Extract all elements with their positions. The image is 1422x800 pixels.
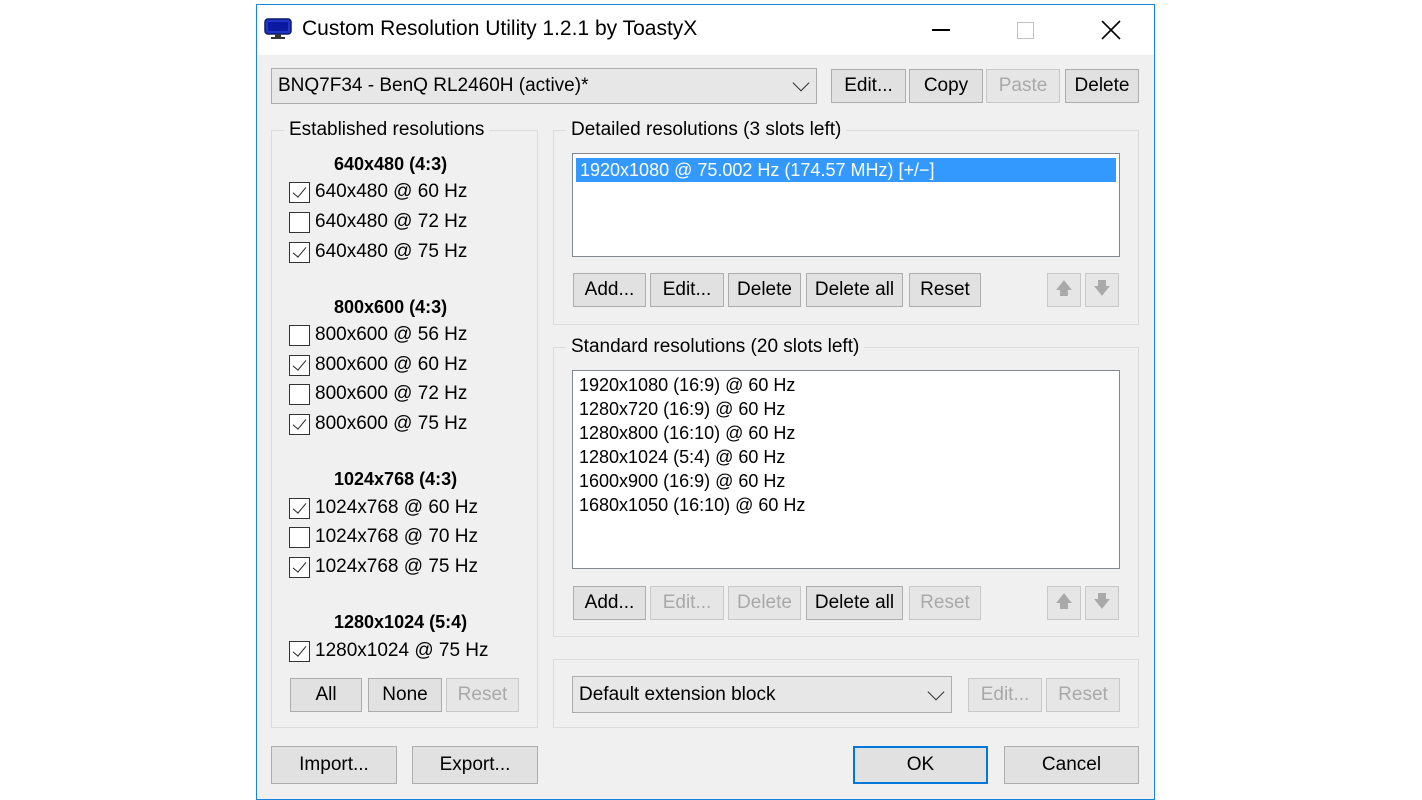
maximize-button[interactable] [983,5,1068,55]
list-item[interactable]: 1920x1080 (16:9) @ 60 Hz [579,375,795,396]
checkbox-box[interactable] [289,241,310,263]
checkbox-label: 1280x1024 @ 75 Hz [315,640,489,661]
standard-move-down-button[interactable]: 🡇 [1085,586,1119,620]
close-icon [1100,20,1121,40]
checkbox-800x600-72[interactable]: 800x600 @ 72 Hz [289,383,467,405]
checkbox-label: 1024x768 @ 75 Hz [315,556,478,577]
edit-monitor-button[interactable]: Edit... [831,69,906,103]
group-heading: 800x600 (4:3) [334,297,448,317]
list-item[interactable]: 1280x720 (16:9) @ 60 Hz [579,399,785,420]
all-button[interactable]: All [290,678,362,712]
detailed-move-down-button[interactable]: 🡇 [1085,273,1119,307]
checkbox-box[interactable] [289,181,310,203]
maximize-icon [1017,21,1034,39]
checkbox-800x600-75[interactable]: 800x600 @ 75 Hz [289,413,467,435]
none-button[interactable]: None [368,678,442,712]
checkbox-640x480-60[interactable]: 640x480 @ 60 Hz [289,181,467,203]
checkbox-1280x1024-75[interactable]: 1280x1024 @ 75 Hz [289,640,489,662]
reset-established-button[interactable]: Reset [446,678,519,712]
window-title: Custom Resolution Utility 1.2.1 by Toast… [302,17,698,40]
extension-block-select[interactable]: Default extension block [572,676,952,713]
checkbox-box[interactable] [289,413,310,435]
checkbox-800x600-56[interactable]: 800x600 @ 56 Hz [289,324,467,346]
chevron-down-icon [927,683,945,700]
standard-resolutions-list[interactable]: 1920x1080 (16:9) @ 60 Hz 1280x720 (16:9)… [572,370,1120,569]
detailed-resolutions-list[interactable]: 1920x1080 @ 75.002 Hz (174.57 MHz) [+/−] [572,153,1120,257]
group-heading: 1280x1024 (5:4) [334,612,468,632]
minimize-button[interactable] [898,5,983,55]
checkbox-box[interactable] [289,556,310,578]
list-item[interactable]: 1920x1080 @ 75.002 Hz (174.57 MHz) [+/−] [576,158,1116,182]
detailed-delete-all-button[interactable]: Delete all [806,273,903,307]
detailed-add-button[interactable]: Add... [573,273,646,307]
established-resolutions-label: Established resolutions [284,119,490,141]
standard-move-up-button[interactable]: 🡅 [1047,586,1081,620]
checkbox-1024x768-75[interactable]: 1024x768 @ 75 Hz [289,556,478,578]
checkbox-box[interactable] [289,526,310,548]
title-bar[interactable]: Custom Resolution Utility 1.2.1 by Toast… [257,5,1154,55]
checkbox-box[interactable] [289,354,310,376]
delete-monitor-button[interactable]: Delete [1065,69,1139,103]
checkbox-640x480-75[interactable]: 640x480 @ 75 Hz [289,241,467,263]
monitor-select-value: BNQ7F34 - BenQ RL2460H (active)* [278,75,589,96]
arrow-down-icon: 🡇 [1093,278,1111,298]
list-item[interactable]: 1280x1024 (5:4) @ 60 Hz [579,447,785,468]
cru-window: Custom Resolution Utility 1.2.1 by Toast… [256,4,1155,800]
checkbox-label: 800x600 @ 60 Hz [315,354,468,375]
monitor-app-icon [264,18,292,39]
detailed-resolutions-label: Detailed resolutions (3 slots left) [566,119,847,141]
detailed-reset-button[interactable]: Reset [909,273,981,307]
checkbox-label: 640x480 @ 60 Hz [315,181,468,202]
extension-block-value: Default extension block [579,683,776,705]
list-item[interactable]: 1680x1050 (16:10) @ 60 Hz [579,495,805,516]
checkbox-label: 800x600 @ 56 Hz [315,324,468,345]
arrow-down-icon: 🡇 [1093,591,1111,611]
list-item[interactable]: 1600x900 (16:9) @ 60 Hz [579,471,785,492]
group-heading: 1024x768 (4:3) [334,469,458,489]
checkbox-label: 640x480 @ 75 Hz [315,241,468,262]
checkbox-800x600-60[interactable]: 800x600 @ 60 Hz [289,354,467,376]
checkbox-label: 1024x768 @ 70 Hz [315,526,478,547]
standard-delete-all-button[interactable]: Delete all [806,586,903,620]
checkbox-1024x768-60[interactable]: 1024x768 @ 60 Hz [289,497,478,519]
extension-edit-button[interactable]: Edit... [968,678,1042,712]
standard-edit-button[interactable]: Edit... [650,586,724,620]
detailed-move-up-button[interactable]: 🡅 [1047,273,1081,307]
checkbox-label: 800x600 @ 75 Hz [315,413,468,434]
standard-reset-button[interactable]: Reset [909,586,981,620]
standard-add-button[interactable]: Add... [573,586,646,620]
checkbox-box[interactable] [289,324,310,346]
cancel-button[interactable]: Cancel [1004,746,1139,784]
list-item[interactable]: 1280x800 (16:10) @ 60 Hz [579,423,795,444]
detailed-edit-button[interactable]: Edit... [650,273,724,307]
arrow-up-icon: 🡅 [1055,591,1073,611]
standard-delete-button[interactable]: Delete [728,586,801,620]
export-button[interactable]: Export... [412,746,538,784]
close-button[interactable] [1068,5,1153,55]
chevron-down-icon [792,74,810,92]
checkbox-1024x768-70[interactable]: 1024x768 @ 70 Hz [289,526,478,548]
detailed-delete-button[interactable]: Delete [728,273,801,307]
extension-reset-button[interactable]: Reset [1046,678,1120,712]
standard-resolutions-label: Standard resolutions (20 slots left) [566,336,865,358]
checkbox-box[interactable] [289,640,310,662]
checkbox-label: 1024x768 @ 60 Hz [315,497,478,518]
arrow-up-icon: 🡅 [1055,278,1073,298]
checkbox-box[interactable] [289,383,310,405]
checkbox-label: 640x480 @ 72 Hz [315,211,468,232]
monitor-select[interactable]: BNQ7F34 - BenQ RL2460H (active)* [271,68,817,104]
checkbox-label: 800x600 @ 72 Hz [315,383,468,404]
import-button[interactable]: Import... [271,746,397,784]
ok-button[interactable]: OK [853,746,988,784]
paste-button[interactable]: Paste [986,69,1060,103]
checkbox-box[interactable] [289,497,310,519]
checkbox-640x480-72[interactable]: 640x480 @ 72 Hz [289,211,467,233]
copy-button[interactable]: Copy [909,69,983,103]
minimize-icon [931,29,950,31]
group-heading: 640x480 (4:3) [334,154,448,174]
checkbox-box[interactable] [289,211,310,233]
